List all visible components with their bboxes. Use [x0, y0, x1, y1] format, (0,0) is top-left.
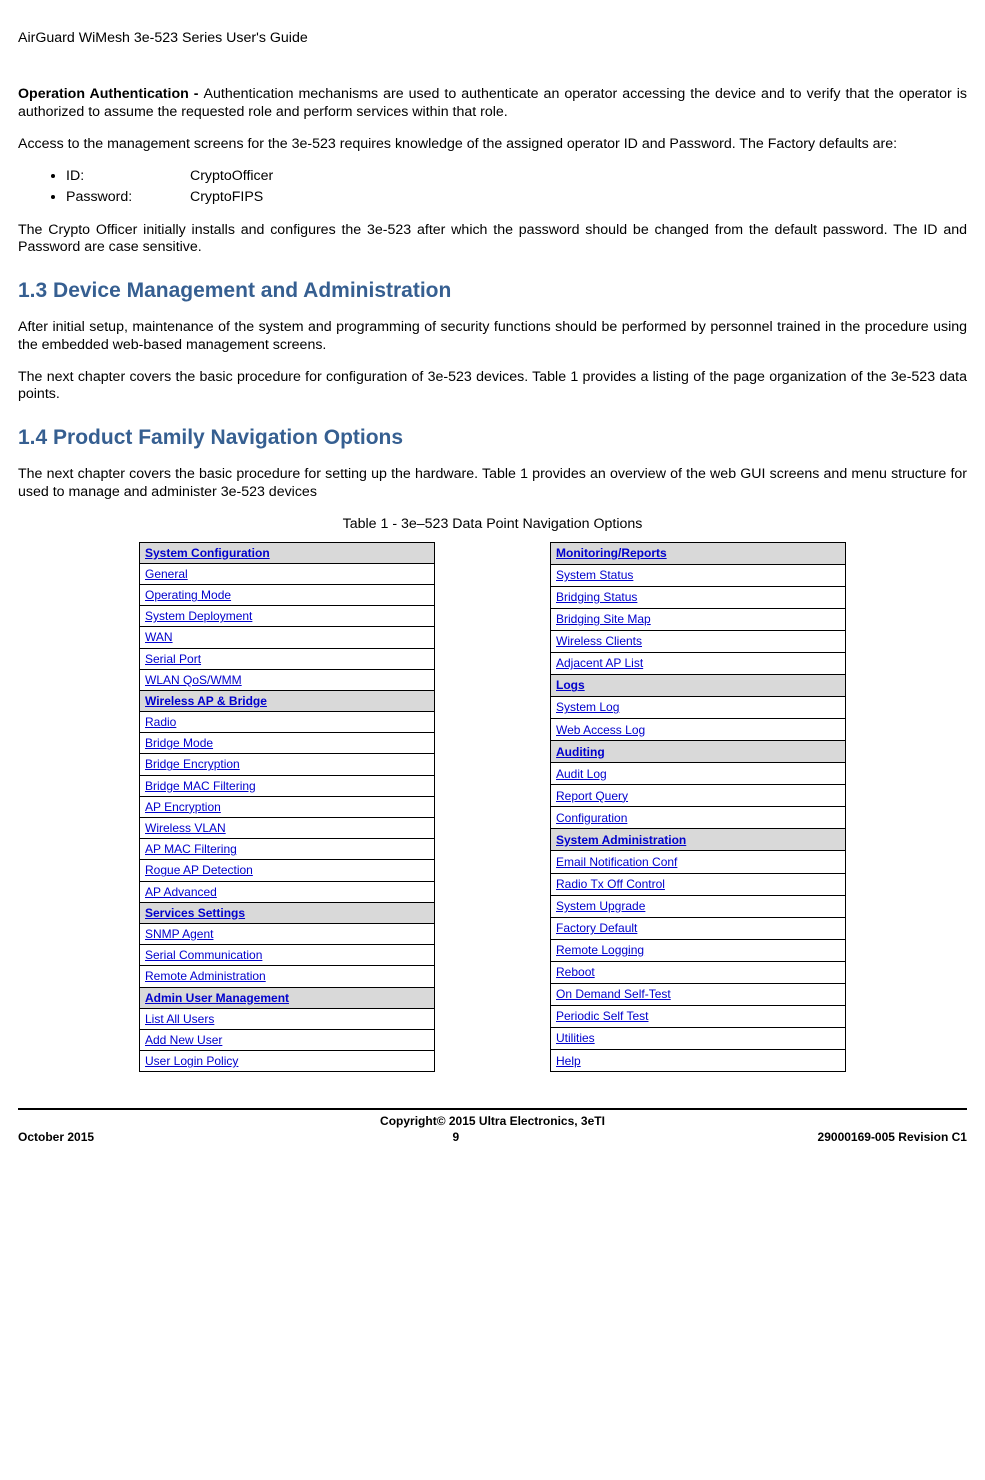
nav-link[interactable]: Remote Logging: [551, 939, 846, 961]
footer-page-number: 9: [452, 1130, 459, 1144]
nav-link[interactable]: Configuration: [551, 807, 846, 829]
nav-link[interactable]: System Log: [551, 697, 846, 719]
footer-doc-number: 29000169-005 Revision C1: [818, 1130, 967, 1144]
credential-password-item: Password: CryptoFIPS: [66, 188, 967, 207]
credential-password-label: Password:: [66, 188, 186, 207]
credential-list: ID: CryptoOfficer Password: CryptoFIPS: [66, 167, 967, 207]
paragraph-1-3a: After initial setup, maintenance of the …: [18, 319, 967, 355]
nav-link[interactable]: System Status: [551, 564, 846, 586]
nav-link[interactable]: Bridging Status: [551, 586, 846, 608]
label-operation-auth: Operation Authentication -: [18, 86, 204, 102]
nav-link[interactable]: Serial Communication: [140, 945, 435, 966]
nav-link[interactable]: AP Advanced: [140, 881, 435, 902]
nav-section-header: Admin User Management: [140, 987, 435, 1008]
table-caption: Table 1 - 3e–523 Data Point Navigation O…: [18, 516, 967, 532]
nav-link[interactable]: Reboot: [551, 961, 846, 983]
nav-section-header: System Administration: [551, 829, 846, 851]
credential-id-value: CryptoOfficer: [190, 168, 273, 184]
nav-link[interactable]: SNMP Agent: [140, 923, 435, 944]
nav-link[interactable]: Help: [551, 1050, 846, 1072]
nav-section-header: Logs: [551, 674, 846, 696]
credential-id-label: ID:: [66, 167, 186, 186]
nav-table-left: System ConfigurationGeneralOperating Mod…: [139, 542, 435, 1073]
nav-link[interactable]: Bridging Site Map: [551, 608, 846, 630]
paragraph-operation-auth: Operation Authentication - Authenticatio…: [18, 86, 967, 122]
heading-1-4: 1.4 Product Family Navigation Options: [18, 426, 967, 450]
nav-link[interactable]: AP MAC Filtering: [140, 839, 435, 860]
document-header-title: AirGuard WiMesh 3e-523 Series User's Gui…: [18, 30, 967, 46]
nav-section-header: Wireless AP & Bridge: [140, 690, 435, 711]
footer-rule: [18, 1108, 967, 1110]
nav-link[interactable]: List All Users: [140, 1008, 435, 1029]
nav-link[interactable]: Radio: [140, 712, 435, 733]
paragraph-access: Access to the management screens for the…: [18, 136, 967, 154]
nav-link[interactable]: On Demand Self-Test: [551, 983, 846, 1005]
nav-link[interactable]: Bridge MAC Filtering: [140, 775, 435, 796]
footer-row: October 2015 9 29000169-005 Revision C1: [18, 1130, 967, 1144]
paragraph-1-4: The next chapter covers the basic proced…: [18, 466, 967, 502]
nav-section-header: Auditing: [551, 741, 846, 763]
nav-link[interactable]: Utilities: [551, 1027, 846, 1049]
nav-link[interactable]: Operating Mode: [140, 584, 435, 605]
nav-tables-container: System ConfigurationGeneralOperating Mod…: [18, 542, 967, 1073]
nav-link[interactable]: Wireless VLAN: [140, 818, 435, 839]
nav-link[interactable]: System Upgrade: [551, 895, 846, 917]
nav-link[interactable]: Adjacent AP List: [551, 652, 846, 674]
nav-link[interactable]: Bridge Encryption: [140, 754, 435, 775]
nav-link[interactable]: Rogue AP Detection: [140, 860, 435, 881]
nav-link[interactable]: System Deployment: [140, 606, 435, 627]
footer-copyright: Copyright© 2015 Ultra Electronics, 3eTI: [18, 1114, 967, 1128]
credential-id-item: ID: CryptoOfficer: [66, 167, 967, 186]
nav-table-right: Monitoring/ReportsSystem StatusBridging …: [550, 542, 846, 1073]
nav-link[interactable]: User Login Policy: [140, 1051, 435, 1072]
paragraph-1-3b: The next chapter covers the basic proced…: [18, 369, 967, 405]
nav-link[interactable]: Report Query: [551, 785, 846, 807]
heading-1-3: 1.3 Device Management and Administration: [18, 279, 967, 303]
nav-link[interactable]: Bridge Mode: [140, 733, 435, 754]
nav-link[interactable]: AP Encryption: [140, 796, 435, 817]
nav-link[interactable]: Factory Default: [551, 917, 846, 939]
footer-date: October 2015: [18, 1130, 94, 1144]
nav-section-header: System Configuration: [140, 542, 435, 563]
nav-link[interactable]: Serial Port: [140, 648, 435, 669]
nav-link[interactable]: WAN: [140, 627, 435, 648]
nav-link[interactable]: Wireless Clients: [551, 630, 846, 652]
nav-link[interactable]: Email Notification Conf: [551, 851, 846, 873]
paragraph-crypto-officer: The Crypto Officer initially installs an…: [18, 222, 967, 258]
nav-link[interactable]: Web Access Log: [551, 719, 846, 741]
nav-link[interactable]: WLAN QoS/WMM: [140, 669, 435, 690]
nav-link[interactable]: Remote Administration: [140, 966, 435, 987]
nav-section-header: Services Settings: [140, 902, 435, 923]
nav-link[interactable]: Periodic Self Test: [551, 1005, 846, 1027]
credential-password-value: CryptoFIPS: [190, 189, 263, 205]
nav-link[interactable]: Audit Log: [551, 763, 846, 785]
nav-section-header: Monitoring/Reports: [551, 542, 846, 564]
nav-link[interactable]: Add New User: [140, 1029, 435, 1050]
nav-link[interactable]: General: [140, 563, 435, 584]
nav-link[interactable]: Radio Tx Off Control: [551, 873, 846, 895]
